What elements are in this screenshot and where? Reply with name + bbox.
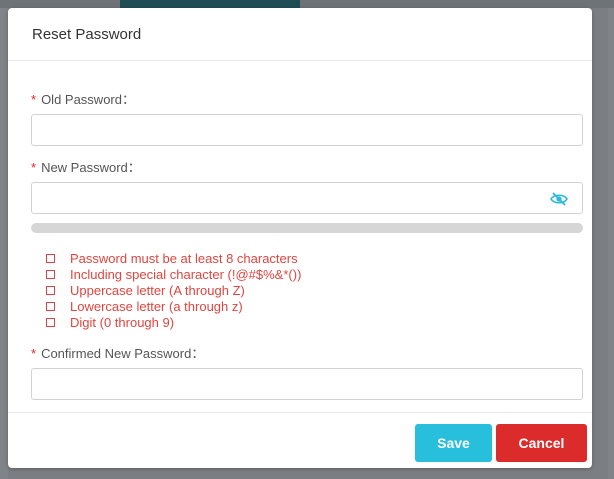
background-active-tab <box>120 0 300 8</box>
unchecked-box-icon <box>46 317 55 327</box>
save-button[interactable]: Save <box>415 424 492 462</box>
old-password-label: * Old Password： <box>31 91 592 108</box>
eye-slash-icon[interactable] <box>550 192 568 206</box>
new-password-field-wrapper <box>31 182 583 214</box>
confirm-password-field-wrapper <box>31 368 583 400</box>
dialog-title: Reset Password <box>32 25 142 43</box>
password-rule-item: Digit (0 through 9) <box>46 314 592 330</box>
reset-password-dialog: Reset Password * Old Password： * New Passw… <box>8 8 592 468</box>
dialog-footer: Save Cancel <box>8 412 592 468</box>
required-mark: * <box>31 346 37 361</box>
unchecked-box-icon <box>46 253 55 263</box>
password-rule-item: Password must be at least 8 characters <box>46 250 592 266</box>
rule-text: Uppercase letter (A through Z) <box>70 282 245 298</box>
rule-text: Password must be at least 8 characters <box>70 250 298 266</box>
password-strength-bar <box>31 223 583 233</box>
confirm-password-label: * Confirmed New Password： <box>31 345 592 362</box>
rule-text: Digit (0 through 9) <box>70 314 175 330</box>
confirm-password-label-text: Confirmed New Password： <box>41 346 205 361</box>
rule-text: Including special character (!@#$%&*()) <box>70 266 302 282</box>
new-password-input[interactable] <box>32 183 582 213</box>
password-rules-list: Password must be at least 8 characters I… <box>31 250 592 330</box>
dialog-body: * Old Password： * New Password： Password m… <box>8 61 592 400</box>
background-app-topbar <box>0 0 614 8</box>
dialog-header: Reset Password <box>8 8 592 61</box>
password-rule-item: Including special character (!@#$%&*()) <box>46 266 592 282</box>
rule-text: Lowercase letter (a through z) <box>70 298 243 314</box>
old-password-input[interactable] <box>32 115 582 145</box>
confirm-password-input[interactable] <box>32 369 582 399</box>
required-mark: * <box>31 92 37 107</box>
new-password-label: * New Password： <box>31 159 592 176</box>
new-password-label-text: New Password： <box>41 160 141 175</box>
password-rule-item: Uppercase letter (A through Z) <box>46 282 592 298</box>
old-password-field-wrapper <box>31 114 583 146</box>
unchecked-box-icon <box>46 301 55 311</box>
background-left-edge <box>0 8 8 479</box>
unchecked-box-icon <box>46 269 55 279</box>
old-password-label-text: Old Password： <box>41 92 135 107</box>
cancel-button[interactable]: Cancel <box>496 424 587 462</box>
required-mark: * <box>31 160 37 175</box>
background-right-edge <box>608 8 614 479</box>
password-rule-item: Lowercase letter (a through z) <box>46 298 592 314</box>
unchecked-box-icon <box>46 285 55 295</box>
